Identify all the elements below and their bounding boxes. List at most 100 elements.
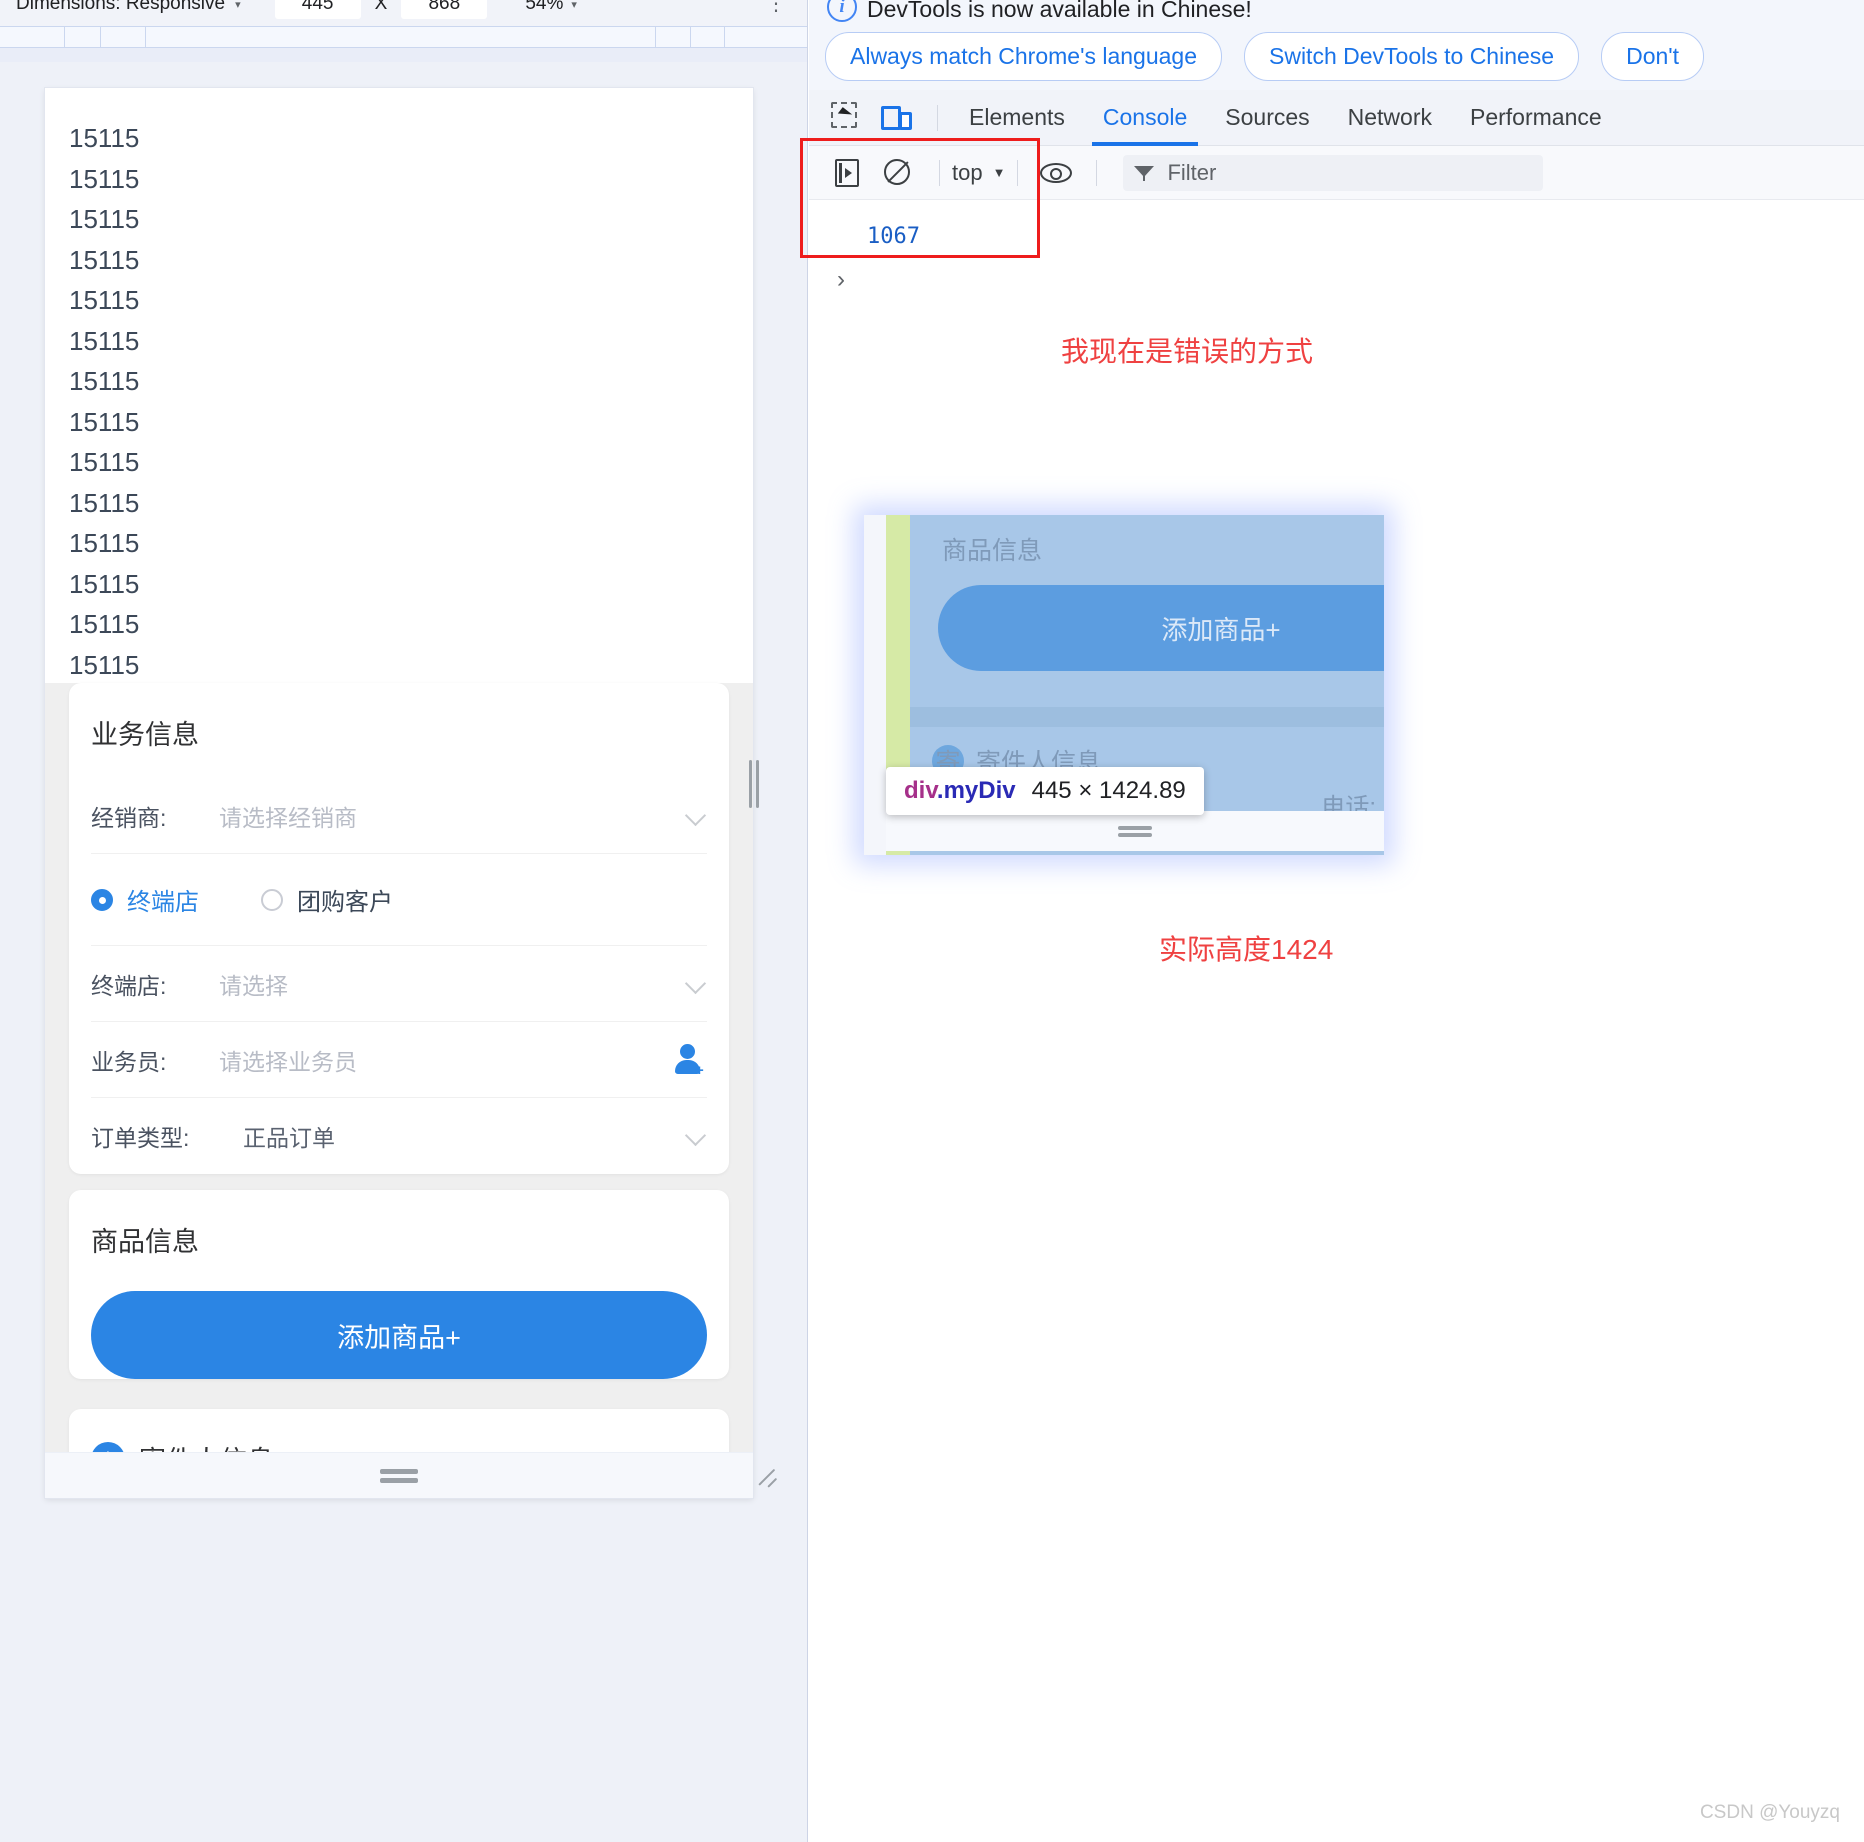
device-emulation-pane: Dimensions: Responsive ▾ 445 X 868 54% ▾… — [0, 0, 808, 1842]
device-more-options-icon[interactable]: ⋮ — [766, 0, 786, 14]
list-item: 15115 — [69, 123, 140, 153]
radio-terminal-store[interactable]: 终端店 — [91, 882, 199, 917]
add-goods-button[interactable]: 添加商品+ — [91, 1291, 707, 1379]
tooltip-dimensions: 445 × 1424.89 — [1031, 777, 1186, 804]
viewport-height-input[interactable]: 868 — [401, 0, 488, 19]
switch-devtools-to-chinese-button[interactable]: Switch DevTools to Chinese — [1244, 32, 1580, 81]
tab-performance[interactable]: Performance — [1451, 90, 1621, 146]
inspect-element-icon[interactable] — [825, 98, 871, 138]
ruler-band — [0, 48, 807, 62]
list-item: 15115 — [69, 244, 140, 275]
radio-terminal-store-label: 终端店 — [127, 889, 199, 916]
device-toolbar: Dimensions: Responsive ▾ 445 X 868 54% ▾… — [0, 0, 807, 26]
list-item: 15115 — [69, 447, 140, 477]
tab-sources[interactable]: Sources — [1206, 90, 1328, 146]
overlay-goods-title: 商品信息 — [942, 537, 1043, 565]
business-info-title: 业务信息 — [91, 720, 199, 750]
tab-console[interactable]: Console — [1084, 90, 1206, 146]
devtools-panel: i DevTools is now available in Chinese! … — [800, 0, 1864, 1842]
list-item: 15115 — [69, 649, 140, 680]
customer-type-radio-group: 终端店 团购客户 — [91, 854, 707, 946]
info-icon: i — [827, 0, 857, 22]
console-toolbar-divider — [939, 159, 940, 186]
watermark: CSDN @Youyzq — [1699, 1802, 1840, 1823]
add-person-icon[interactable]: + — [673, 1043, 707, 1078]
inspector-tooltip: div.myDiv 445 × 1424.89 — [886, 767, 1204, 815]
element-inspector-overlay: 商品信息 添加商品+ 寄 寄件人信息 电话: div.myDiv 445 × 1… — [864, 515, 1384, 855]
console-prompt-icon[interactable]: › — [837, 266, 845, 294]
console-context-select[interactable]: top ▼ — [952, 160, 1005, 186]
goods-info-title: 商品信息 — [91, 1227, 199, 1257]
terminal-store-value: 请选择 — [219, 972, 288, 999]
list-item: 15115 — [69, 528, 140, 558]
radio-dot-icon — [261, 888, 283, 911]
console-filter-placeholder: Filter — [1167, 159, 1217, 185]
dealer-field-row[interactable]: 经销商: 请选择经销商 — [91, 778, 707, 854]
viewport-corner-resize-handle[interactable] — [758, 1466, 784, 1492]
console-filter-input[interactable]: Filter — [1123, 154, 1544, 191]
terminal-store-field-row[interactable]: 终端店: 请选择 — [91, 946, 707, 1022]
tab-elements[interactable]: Elements — [950, 90, 1084, 146]
chevron-down-icon — [685, 973, 707, 995]
always-match-language-button[interactable]: Always match Chrome's language — [825, 32, 1222, 81]
dealer-value: 请选择经销商 — [219, 804, 357, 831]
chevron-down-icon — [685, 805, 707, 827]
dont-button[interactable]: Don't — [1601, 32, 1705, 81]
list-item: 15115 — [69, 568, 140, 599]
dimension-separator: X — [374, 0, 388, 14]
salesman-value: 请选择业务员 — [219, 1048, 357, 1075]
list-item: 15115 — [69, 406, 140, 437]
annotation-wrong-way: 我现在是错误的方式 — [1061, 336, 1314, 367]
notice-buttons: Always match Chrome's language Switch De… — [825, 32, 1705, 81]
viewport-right-resize-handle[interactable] — [747, 760, 761, 808]
resize-grip-icon — [380, 1465, 418, 1487]
zoom-level-select[interactable]: 54% — [525, 0, 563, 15]
chevron-down-icon — [685, 1125, 707, 1147]
horizontal-ruler — [0, 26, 807, 49]
salesman-label: 业务员: — [91, 1048, 167, 1075]
tabbar-divider — [937, 104, 938, 131]
dealer-label: 经销商: — [91, 804, 167, 831]
page-scroll-area[interactable]: 15115 15115 15115 15115 15115 15115 1511… — [45, 88, 753, 1498]
tab-network[interactable]: Network — [1329, 90, 1451, 146]
filter-icon — [1133, 162, 1155, 184]
annotation-actual-height: 实际高度1424 — [1159, 934, 1334, 965]
tooltip-selector: div.myDiv — [904, 777, 1016, 805]
device-viewport: 15115 15115 15115 15115 15115 15115 1511… — [45, 88, 753, 1498]
salesman-field-row[interactable]: 业务员: 请选择业务员 + — [91, 1022, 707, 1098]
console-toolbar-divider-2 — [1017, 159, 1019, 186]
viewport-bottom-resize-bar[interactable] — [45, 1452, 753, 1498]
overlay-add-goods-label: 添加商品+ — [1161, 614, 1281, 645]
list-item: 15115 — [69, 325, 140, 356]
overlay-bottom-bar — [886, 811, 1384, 851]
console-output-area[interactable]: 1067 › — [809, 200, 1864, 320]
console-toolbar-divider-3 — [1096, 159, 1098, 186]
order-type-field-row[interactable]: 订单类型: 正品订单 — [91, 1098, 707, 1174]
radio-dot-icon — [91, 888, 113, 911]
console-sidebar-icon[interactable] — [827, 153, 867, 193]
terminal-store-label: 终端店: — [91, 972, 167, 999]
tooltip-class-name: .myDiv — [936, 777, 1016, 804]
list-item: 15115 — [69, 487, 140, 518]
overlay-grip-icon — [1118, 823, 1152, 840]
list-item: 15115 — [69, 163, 140, 194]
zoom-caret-icon[interactable]: ▾ — [571, 0, 577, 11]
order-type-value: 正品订单 — [243, 1125, 335, 1151]
overlay-divider-strip — [910, 707, 1384, 727]
radio-group-buy-customer[interactable]: 团购客户 — [261, 882, 393, 917]
console-log-value: 1067 — [867, 224, 920, 249]
live-expression-icon[interactable] — [1036, 153, 1078, 193]
device-toolbar-icon[interactable] — [875, 98, 921, 138]
chevron-down-icon: ▼ — [992, 165, 1006, 180]
clear-console-icon[interactable] — [877, 153, 917, 193]
business-info-card: 业务信息 经销商: 请选择经销商 终端店 团购客户 终端店: 请选择 业务员: … — [69, 683, 729, 1174]
goods-info-card: 商品信息 添加商品+ — [69, 1190, 729, 1379]
viewport-width-input[interactable]: 445 — [274, 0, 361, 19]
dimensions-label[interactable]: Dimensions: Responsive — [16, 0, 225, 15]
console-toolbar: top ▼ Filter — [809, 146, 1864, 200]
notice-text: DevTools is now available in Chinese! — [867, 0, 1252, 22]
dimensions-caret-icon[interactable]: ▾ — [235, 0, 241, 11]
devtools-language-notice: i DevTools is now available in Chinese! … — [809, 0, 1864, 90]
radio-group-buy-customer-label: 团购客户 — [297, 889, 393, 916]
console-context-label: top — [952, 159, 983, 185]
